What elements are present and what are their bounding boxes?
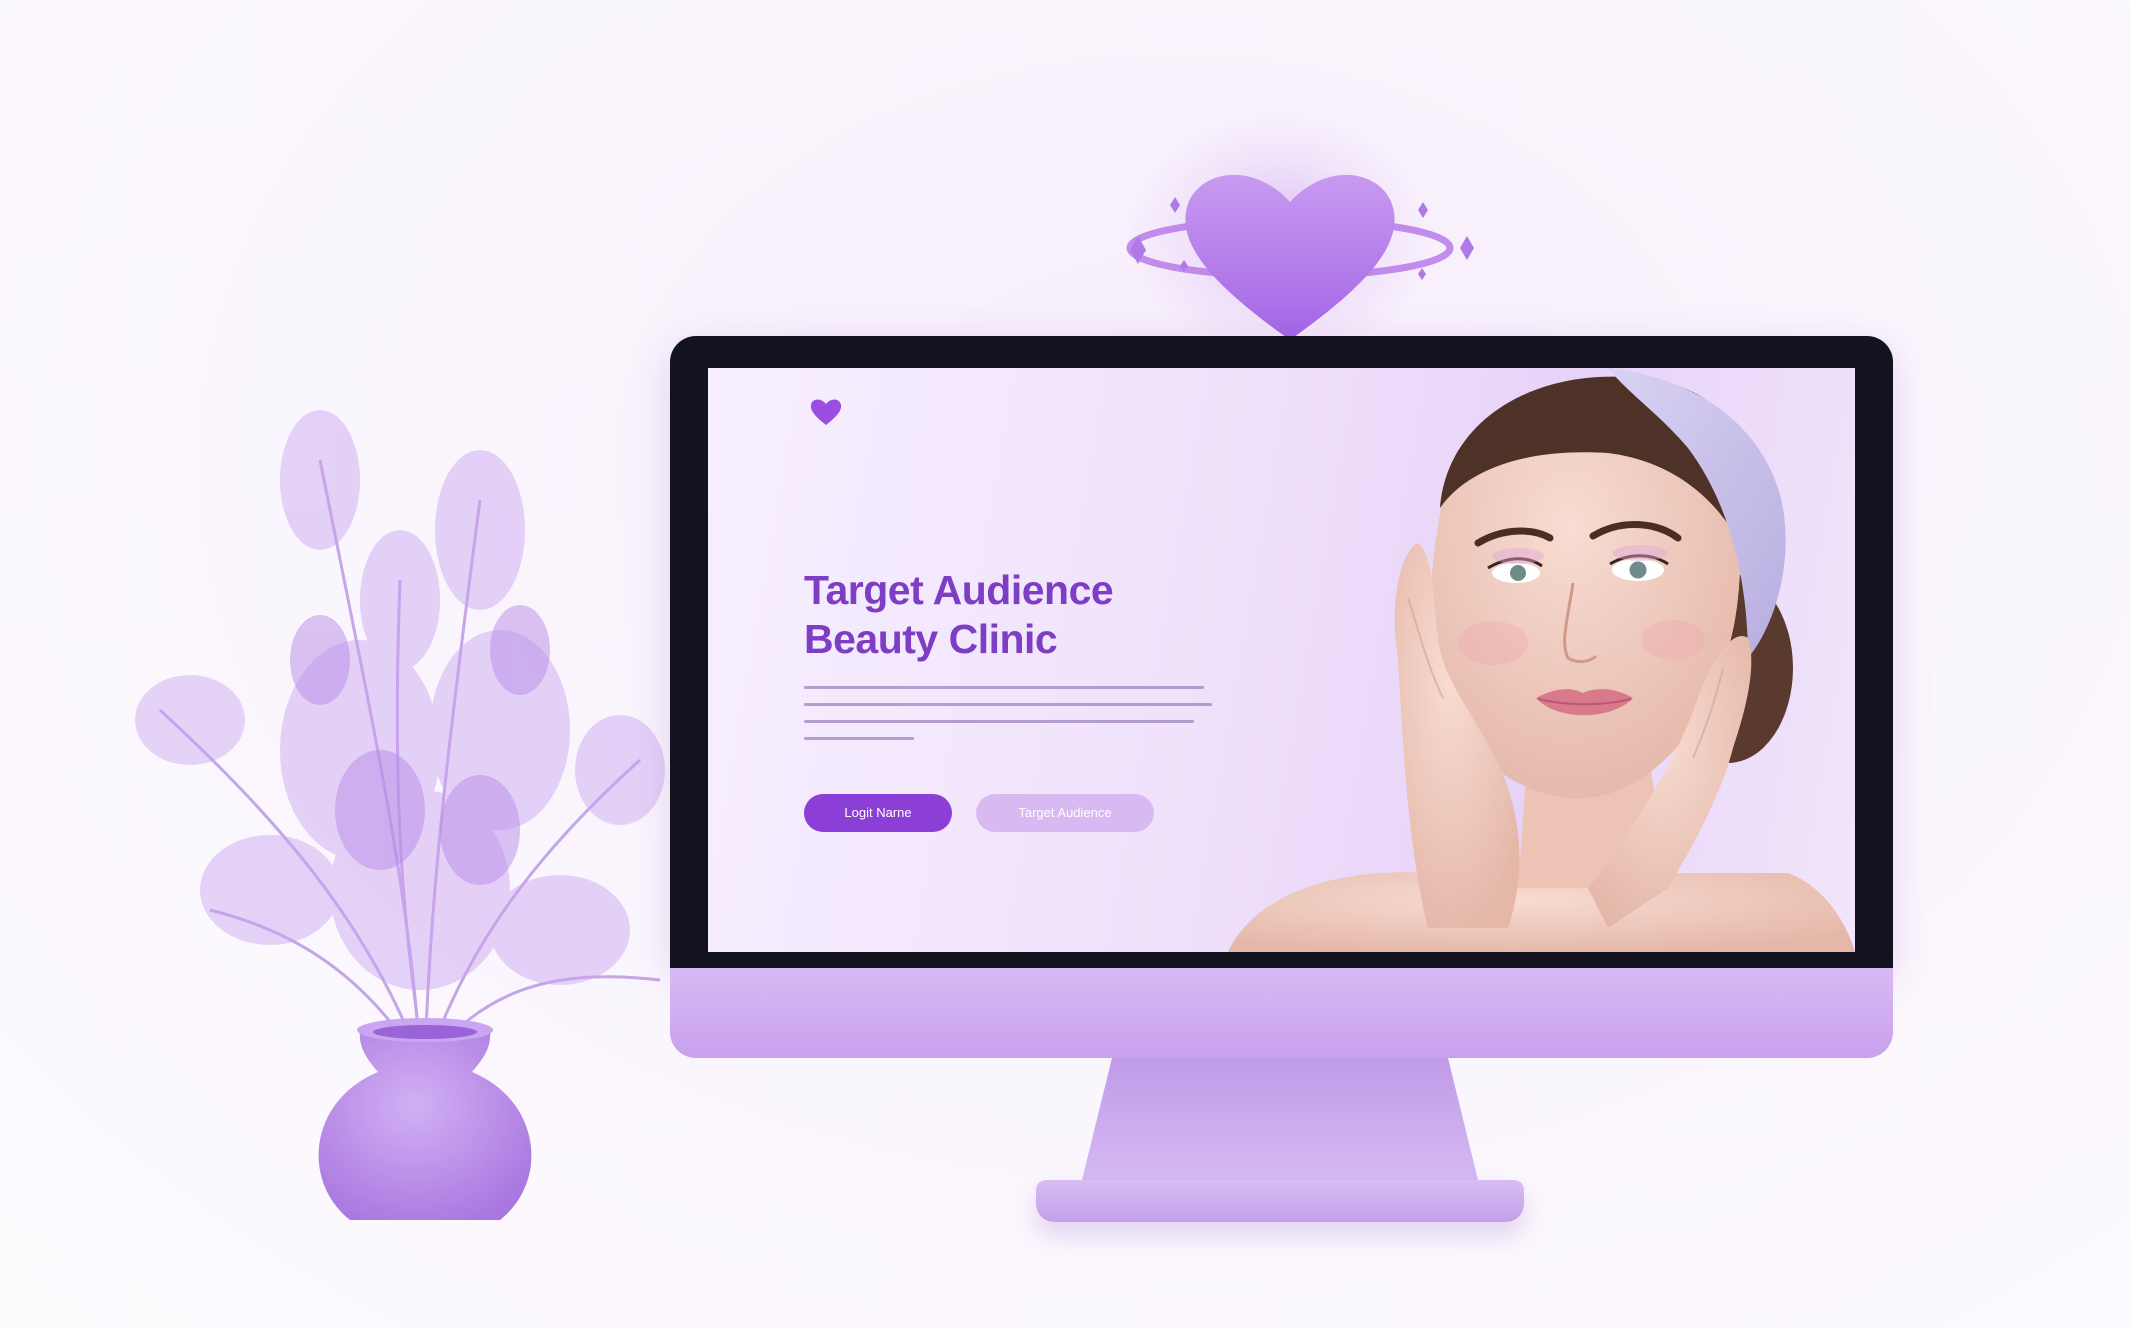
secondary-cta-button[interactable]: Target Audience xyxy=(976,794,1154,832)
hero-title-line1: Target Audience xyxy=(804,567,1114,613)
scene: Target Audience Beauty Clinic Logit Narn… xyxy=(0,0,2131,1328)
floating-heart-badge xyxy=(1126,174,1474,340)
description-line xyxy=(804,703,1212,706)
hero-title: Target Audience Beauty Clinic xyxy=(804,566,1224,664)
plant-vase-decoration xyxy=(135,410,665,1220)
heart-icon[interactable] xyxy=(808,396,844,426)
monitor-chin xyxy=(670,968,1893,1058)
heart-icon xyxy=(1185,174,1395,340)
landing-page-screen: Target Audience Beauty Clinic Logit Narn… xyxy=(708,368,1855,952)
hero-description xyxy=(804,686,1214,754)
model-portrait-image xyxy=(1228,368,1855,952)
monitor-stand-neck xyxy=(1080,1058,1480,1188)
hero-title-line2: Beauty Clinic xyxy=(804,616,1058,662)
primary-cta-button[interactable]: Logit Narne xyxy=(804,794,952,832)
description-line xyxy=(804,737,914,740)
description-line xyxy=(804,720,1194,723)
vase xyxy=(318,1018,532,1220)
description-line xyxy=(804,686,1204,689)
monitor-stand-base xyxy=(1036,1180,1524,1222)
